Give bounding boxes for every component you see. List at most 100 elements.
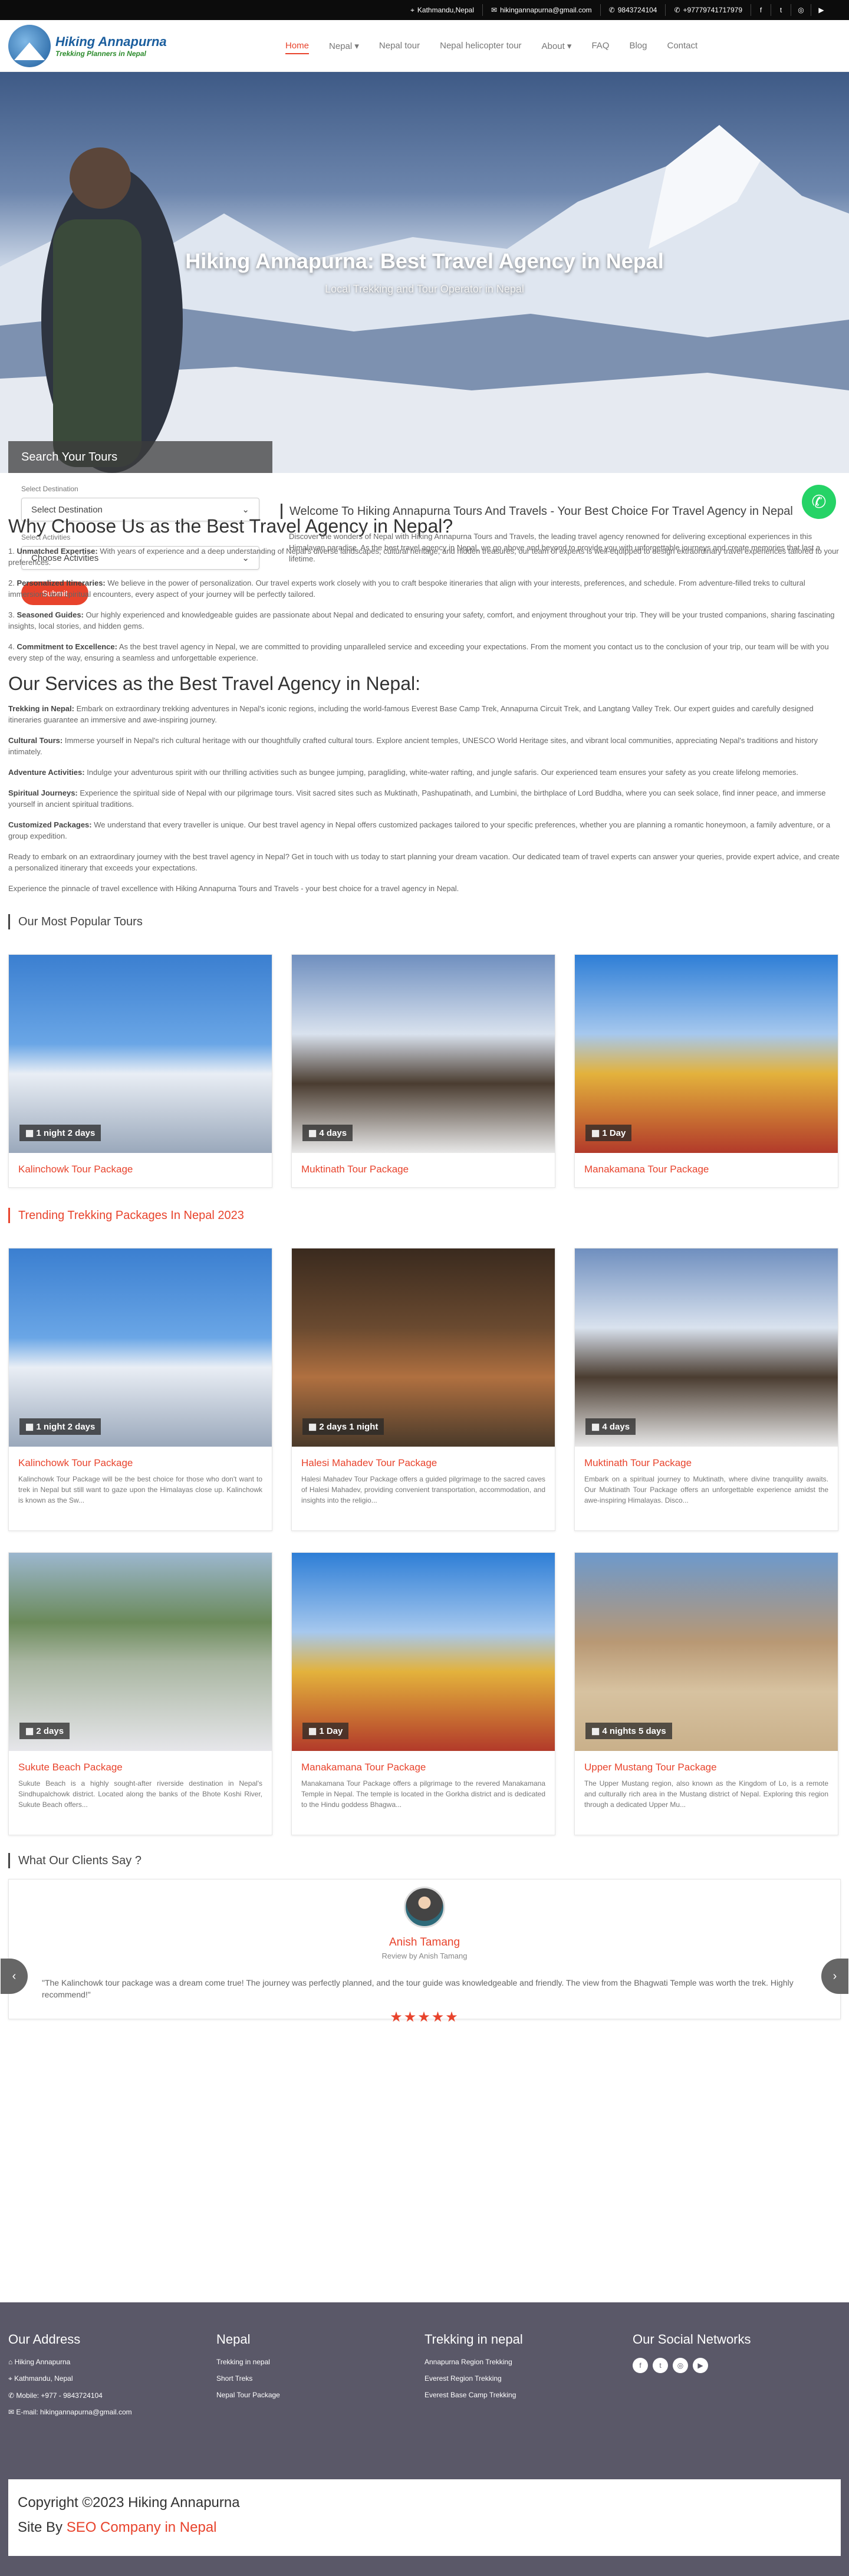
- logo-tagline: Trekking Planners in Nepal: [55, 49, 146, 58]
- package-card[interactable]: ▦ 1 Day Manakamana Tour Package Manakama…: [291, 1552, 555, 1835]
- tour-title[interactable]: Kalinchowk Tour Package: [9, 1153, 272, 1175]
- package-image: ▦ 1 night 2 days: [9, 1248, 272, 1447]
- tour-card[interactable]: ▦ 1 night 2 days Kalinchowk Tour Package: [8, 954, 272, 1188]
- client-name: Anish Tamang: [389, 1936, 460, 1949]
- package-title[interactable]: Muktinath Tour Package: [575, 1447, 838, 1469]
- service-item: Adventure Activities: Indulge your adven…: [8, 768, 798, 777]
- calendar-icon: ▦: [25, 1128, 37, 1138]
- footer-link[interactable]: Annapurna Region Trekking: [424, 2358, 633, 2366]
- package-card[interactable]: ▦ 1 night 2 days Kalinchowk Tour Package…: [8, 1248, 272, 1531]
- calendar-icon: ▦: [308, 1128, 320, 1138]
- nav-blog[interactable]: Blog: [629, 20, 647, 72]
- chevron-down-icon: ⌄: [242, 505, 249, 515]
- hero-subtitle: Local Trekking and Tour Operator in Nepa…: [325, 283, 524, 295]
- service-item: Spiritual Journeys: Experience the spiri…: [8, 788, 826, 809]
- twitter-icon[interactable]: t: [653, 2358, 668, 2373]
- services-closing: Experience the pinnacle of travel excell…: [8, 884, 459, 893]
- clients-heading: What Our Clients Say ?: [8, 1853, 841, 1868]
- tour-card[interactable]: ▦ 4 days Muktinath Tour Package: [291, 954, 555, 1188]
- package-description: Manakamana Tour Package offers a pilgrim…: [301, 1779, 545, 1809]
- tour-title[interactable]: Manakamana Tour Package: [575, 1153, 838, 1175]
- package-title[interactable]: Sukute Beach Package: [9, 1751, 272, 1773]
- tour-image: ▦ 1 night 2 days: [9, 955, 272, 1153]
- footer-link[interactable]: Nepal Tour Package: [216, 2391, 424, 2399]
- welcome-title: Welcome To Hiking Annapurna Tours And Tr…: [281, 504, 841, 519]
- nav-about[interactable]: About ▾: [542, 20, 572, 72]
- footer-trekking: Trekking in nepal Annapurna Region Trekk…: [424, 2332, 633, 2424]
- nav-home[interactable]: Home: [285, 20, 310, 72]
- service-item: Trekking in Nepal: Embark on extraordina…: [8, 704, 814, 724]
- nav-menu: Home Nepal ▾ Nepal tour Nepal helicopter…: [285, 20, 697, 72]
- testimonial-slider: Anish Tamang Review by Anish Tamang "The…: [1, 1879, 848, 2025]
- package-card[interactable]: ▦ 4 nights 5 days Upper Mustang Tour Pac…: [574, 1552, 838, 1835]
- site-logo[interactable]: Hiking Annapurna Trekking Planners in Nep…: [8, 24, 285, 67]
- footer-link[interactable]: Trekking in nepal: [216, 2358, 424, 2366]
- package-card[interactable]: ▦ 4 days Muktinath Tour Package Embark o…: [574, 1248, 838, 1531]
- nav-faq[interactable]: FAQ: [591, 20, 609, 72]
- whatsapp-icon[interactable]: ✆: [802, 485, 836, 519]
- rating-stars: ★★★★★: [390, 2009, 459, 2025]
- facebook-icon[interactable]: f: [633, 2358, 648, 2373]
- site-footer: Our Address ⌂ Hiking Annapurna ⌖ Kathman…: [0, 2302, 849, 2576]
- envelope-icon: ✉: [8, 2408, 17, 2416]
- services-title: Our Services as the Best Travel Agency i…: [8, 673, 420, 694]
- phone-info-1[interactable]: ✆ 9843724104: [601, 4, 666, 16]
- destination-label: Select Destination: [21, 485, 78, 493]
- site-credit: Site By SEO Company in Nepal: [18, 2519, 217, 2535]
- calendar-icon: ▦: [591, 1726, 603, 1736]
- package-card[interactable]: ▦ 2 days Sukute Beach Package Sukute Bea…: [8, 1552, 272, 1835]
- facebook-icon[interactable]: f: [751, 4, 771, 16]
- location-info: ⌖ Kathmandu,Nepal: [402, 4, 483, 16]
- map-marker-icon: ⌖: [8, 2374, 15, 2383]
- package-title[interactable]: Manakamana Tour Package: [292, 1751, 555, 1773]
- instagram-icon[interactable]: ◎: [791, 4, 811, 16]
- package-description: Halesi Mahadev Tour Package offers a gui…: [301, 1475, 545, 1504]
- package-image: ▦ 4 days: [575, 1248, 838, 1447]
- phone-icon: ✆: [608, 6, 615, 14]
- calendar-icon: ▦: [591, 1128, 603, 1138]
- services-cta: Ready to embark on an extraordinary jour…: [8, 852, 840, 872]
- youtube-icon[interactable]: ▶: [693, 2358, 708, 2373]
- nav-contact[interactable]: Contact: [667, 20, 698, 72]
- email-info[interactable]: ✉ hikingannapurna@gmail.com: [483, 4, 601, 16]
- trending-list-row1: ▦ 1 night 2 days Kalinchowk Tour Package…: [0, 1248, 849, 1531]
- twitter-icon[interactable]: t: [771, 4, 791, 16]
- copyright-box: Copyright ©2023 Hiking Annapurna Site By…: [8, 2479, 841, 2556]
- youtube-icon[interactable]: ▶: [811, 4, 831, 16]
- phone-icon: ✆: [674, 6, 680, 14]
- phone-info-2[interactable]: ✆ +97779741717979: [666, 4, 751, 16]
- tour-title[interactable]: Muktinath Tour Package: [292, 1153, 555, 1175]
- package-image: ▦ 2 days: [9, 1553, 272, 1751]
- footer-link[interactable]: Everest Region Trekking: [424, 2374, 633, 2383]
- hero-title: Hiking Annapurna: Best Travel Agency in …: [185, 249, 664, 273]
- package-title[interactable]: Halesi Mahadev Tour Package: [292, 1447, 555, 1469]
- phone-icon: ✆: [8, 2391, 17, 2400]
- welcome-section: Welcome To Hiking Annapurna Tours And Tr…: [272, 473, 841, 650]
- hero-banner: Hiking Annapurna: Best Travel Agency in …: [0, 72, 849, 473]
- package-card[interactable]: ▦ 2 days 1 night Halesi Mahadev Tour Pac…: [291, 1248, 555, 1531]
- footer-link[interactable]: Short Treks: [216, 2374, 424, 2383]
- package-title[interactable]: Kalinchowk Tour Package: [9, 1447, 272, 1469]
- tour-card[interactable]: ▦ 1 Day Manakamana Tour Package: [574, 954, 838, 1188]
- search-tours-heading: Search Your Tours: [8, 441, 272, 473]
- nav-nepal[interactable]: Nepal ▾: [329, 20, 359, 72]
- copyright-text: Copyright ©2023 Hiking Annapurna: [18, 2495, 240, 2511]
- package-description: The Upper Mustang region, also known as …: [584, 1779, 828, 1809]
- package-title[interactable]: Upper Mustang Tour Package: [575, 1751, 838, 1773]
- instagram-icon[interactable]: ◎: [673, 2358, 688, 2373]
- footer-address: Our Address ⌂ Hiking Annapurna ⌖ Kathman…: [8, 2332, 132, 2416]
- testimonial-text: "The Kalinchowk tour package was a dream…: [42, 1978, 794, 1999]
- popular-tours-heading: Our Most Popular Tours: [8, 914, 841, 929]
- tour-image: ▦ 4 days: [292, 955, 555, 1153]
- calendar-icon: ▦: [25, 1726, 37, 1736]
- seo-company-link[interactable]: SEO Company in Nepal: [67, 2519, 217, 2535]
- nav-helicopter-tour[interactable]: Nepal helicopter tour: [440, 20, 521, 72]
- envelope-icon: ✉: [491, 6, 498, 14]
- footer-link[interactable]: Everest Base Camp Trekking: [424, 2391, 633, 2399]
- calendar-icon: ▦: [308, 1422, 320, 1432]
- nav-nepal-tour[interactable]: Nepal tour: [379, 20, 420, 72]
- service-item: Cultural Tours: Immerse yourself in Nepa…: [8, 736, 818, 756]
- review-by: Review by Anish Tamang: [381, 1951, 468, 1960]
- main-navbar: Hiking Annapurna Trekking Planners in Nep…: [0, 20, 849, 72]
- popular-tours-list: ▦ 1 night 2 days Kalinchowk Tour Package…: [0, 954, 849, 1188]
